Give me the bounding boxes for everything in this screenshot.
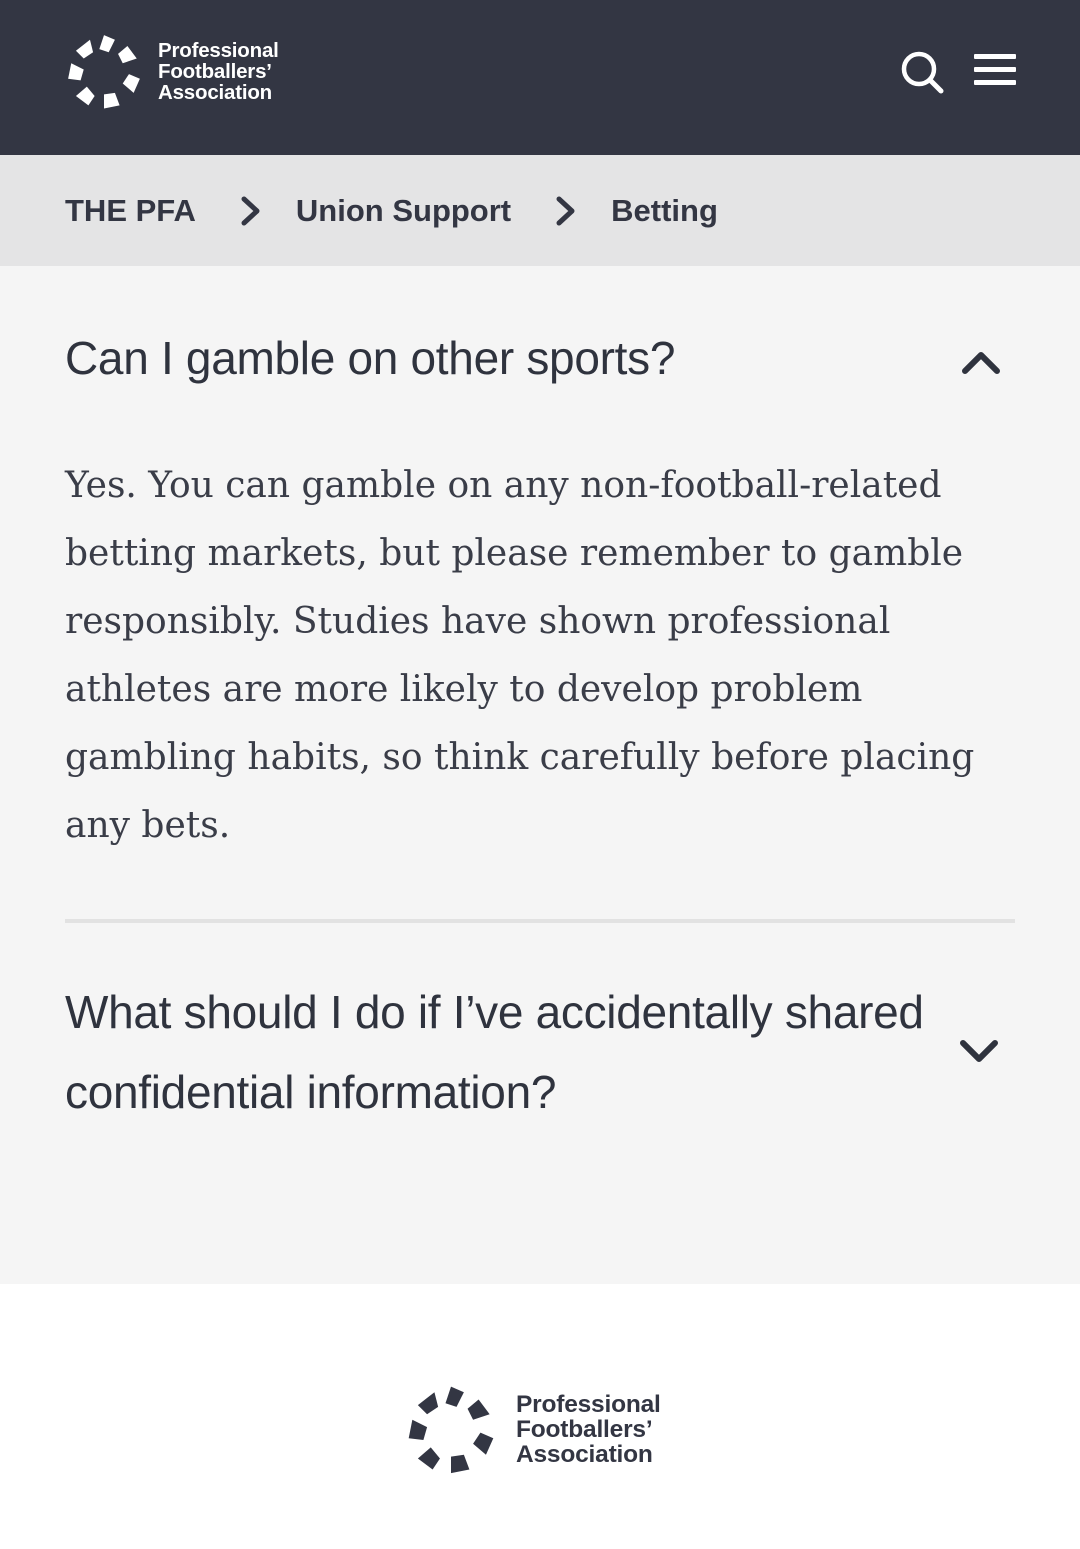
logo-line-3: Association — [158, 80, 272, 104]
chevron-up-icon[interactable] — [960, 348, 1002, 376]
chevron-right-icon — [556, 196, 575, 225]
footer-logo-line-3: Association — [516, 1440, 653, 1468]
footer-logo-text: Professional Footballers’ Association — [516, 1392, 661, 1467]
site-footer: Professional Footballers’ Association — [0, 1284, 1080, 1549]
faq-question-1[interactable]: Can I gamble on other sports? — [65, 328, 945, 388]
logo-text: Professional Footballers’ Association — [158, 40, 279, 103]
search-button[interactable] — [900, 50, 944, 94]
site-header: Professional Footballers’ Association — [0, 0, 1080, 155]
faq-section: Can I gamble on other sports? Yes. You c… — [0, 266, 1080, 1284]
footer-pfa-logo[interactable]: Professional Footballers’ Association — [404, 1383, 661, 1475]
search-icon — [901, 51, 944, 94]
pfa-logo-icon — [68, 35, 140, 109]
breadcrumb-item-betting[interactable]: Betting — [611, 193, 718, 229]
breadcrumb: THE PFA Union Support Betting — [0, 155, 1080, 266]
footer-logo-line-1: Professional — [516, 1390, 661, 1418]
logo-line-2: Footballers’ — [158, 59, 272, 83]
breadcrumb-item-the-pfa[interactable]: THE PFA — [65, 193, 196, 229]
footer-logo-line-2: Footballers’ — [516, 1415, 653, 1443]
faq-divider — [65, 919, 1015, 923]
pfa-logo[interactable]: Professional Footballers’ Association — [64, 32, 279, 110]
pfa-logo-icon — [408, 1386, 494, 1474]
faq-question-2[interactable]: What should I do if I’ve accidentally sh… — [65, 972, 945, 1132]
chevron-down-icon[interactable] — [958, 1038, 1000, 1066]
chevron-right-icon — [241, 196, 260, 225]
breadcrumb-item-union-support[interactable]: Union Support — [296, 193, 511, 229]
faq-answer-1: Yes. You can gamble on any non-football-… — [65, 465, 975, 846]
menu-button[interactable] — [972, 54, 1018, 92]
logo-line-1: Professional — [158, 38, 279, 62]
menu-icon — [972, 54, 1018, 85]
